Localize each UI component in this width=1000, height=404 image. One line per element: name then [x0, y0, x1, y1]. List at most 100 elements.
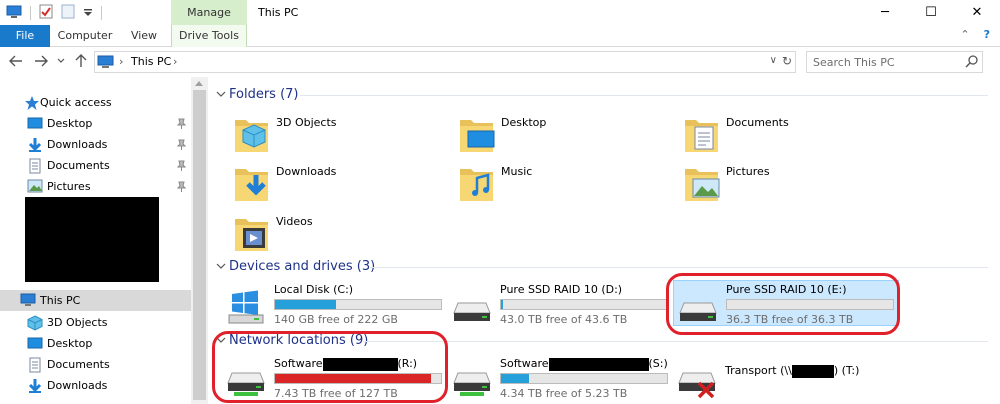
search-placeholder: Search This PC: [813, 56, 895, 69]
nav-label: Pictures: [47, 180, 91, 193]
address-bar[interactable]: › This PC › ∨ ↻: [94, 51, 796, 73]
recent-locations-button[interactable]: [53, 53, 69, 69]
nav-label: Quick access: [40, 96, 112, 109]
drive-name-suffix: (S:): [648, 357, 668, 370]
computer-icon[interactable]: [6, 5, 22, 22]
minimize-button[interactable]: ─: [862, 0, 908, 25]
customize-toolbar-icon[interactable]: [83, 6, 93, 21]
chevron-down-icon: [57, 58, 65, 63]
properties-icon[interactable]: [39, 4, 53, 22]
folder-documents[interactable]: Documents: [682, 112, 902, 156]
desktop-icon: [27, 336, 43, 352]
hard-drive-icon: [453, 302, 491, 321]
network-drive-s[interactable]: Software (S:) 4.34 TB free of 5.23 TB: [448, 355, 674, 401]
breadcrumb-separator[interactable]: ›: [173, 55, 177, 68]
tab-view[interactable]: View: [122, 25, 166, 47]
drive-free-space: 140 GB free of 222 GB: [274, 313, 398, 326]
folder-desktop[interactable]: Desktop: [457, 112, 677, 156]
drive-d[interactable]: Pure SSD RAID 10 (D:) 43.0 TB free of 43…: [448, 281, 674, 327]
group-title: Devices and drives (3): [229, 259, 376, 274]
search-icon: [965, 55, 978, 71]
up-button[interactable]: [73, 53, 89, 69]
folder-pictures[interactable]: Pictures: [682, 161, 902, 205]
tile-label: Music: [501, 165, 533, 178]
this-pc-icon: [20, 293, 36, 309]
windows-drive-icon: [228, 290, 264, 324]
drive-free-space: 43.0 TB free of 43.6 TB: [500, 313, 628, 326]
download-arrow-icon: [27, 378, 43, 394]
tab-file[interactable]: File: [0, 25, 50, 47]
pin-icon[interactable]: [176, 160, 187, 171]
network-drive-t[interactable]: Transport (\\) (T:): [673, 355, 899, 401]
nav-label: Desktop: [47, 337, 93, 350]
title-bar: Manage This PC ─ ☐ ✕: [0, 0, 1000, 25]
forward-button[interactable]: [33, 53, 49, 69]
download-arrow-icon: [27, 137, 43, 153]
content-pane: Folders (7) 3D Objects Desktop Documents…: [208, 77, 1000, 404]
folder-music-icon: [460, 169, 493, 201]
nav-pc-3d-objects[interactable]: 3D Objects: [0, 312, 191, 333]
cube-icon: [27, 315, 43, 331]
maximize-button[interactable]: ☐: [908, 0, 954, 25]
tile-label: 3D Objects: [276, 116, 337, 129]
documents-icon: [27, 357, 43, 373]
pin-icon[interactable]: [176, 118, 187, 129]
manage-tab[interactable]: Manage: [171, 0, 247, 25]
chevron-down-icon: [216, 91, 226, 97]
nav-pc-documents[interactable]: Documents: [0, 354, 191, 375]
folder-videos[interactable]: Videos: [232, 211, 452, 255]
quick-access-toolbar: [6, 4, 102, 22]
folder-cube-icon: [235, 120, 268, 152]
back-button[interactable]: [8, 53, 24, 69]
nav-quick-documents[interactable]: Documents: [0, 155, 191, 176]
scroll-up-icon[interactable]: [195, 81, 203, 86]
desktop-icon: [27, 116, 43, 132]
pin-icon[interactable]: [176, 139, 187, 150]
drive-usage-fill: [275, 300, 337, 309]
tile-label: Downloads: [276, 165, 337, 178]
folder-downloads-icon: [235, 169, 268, 201]
nav-this-pc[interactable]: This PC: [0, 290, 191, 311]
ribbon-tabs: File Computer View Drive Tools ⌃ ?: [0, 25, 1000, 71]
breadcrumb-separator[interactable]: ›: [119, 55, 123, 68]
expand-ribbon-icon[interactable]: ⌃: [960, 28, 969, 41]
nav-pc-downloads[interactable]: Downloads: [0, 375, 191, 396]
group-header-folders[interactable]: Folders (7): [208, 86, 988, 104]
toolbar-divider: [101, 6, 102, 20]
nav-quick-pictures[interactable]: Pictures: [0, 176, 191, 197]
drive-c[interactable]: Local Disk (C:) 140 GB free of 222 GB: [222, 281, 448, 327]
toolbar-divider: [30, 6, 31, 20]
close-button[interactable]: ✕: [954, 0, 1000, 25]
folder-videos-icon: [235, 219, 268, 251]
folder-downloads[interactable]: Downloads: [232, 161, 452, 205]
this-pc-icon: [97, 55, 114, 72]
folder-3d-objects[interactable]: 3D Objects: [232, 112, 452, 156]
nav-pc-desktop[interactable]: Desktop: [0, 333, 191, 354]
folder-pictures-icon: [685, 169, 720, 201]
address-dropdown-icon[interactable]: ∨: [770, 55, 777, 66]
chevron-down-icon: [216, 263, 226, 269]
pictures-icon: [27, 179, 43, 195]
refresh-icon[interactable]: ↻: [782, 54, 792, 68]
breadcrumb-this-pc[interactable]: This PC: [131, 55, 171, 68]
tile-label: Desktop: [501, 116, 547, 129]
tab-computer[interactable]: Computer: [53, 25, 117, 47]
folder-music[interactable]: Music: [457, 161, 677, 205]
folder-documents-icon: [685, 120, 718, 152]
up-arrow-icon: [75, 54, 87, 67]
help-button[interactable]: ?: [984, 28, 990, 41]
scrollbar-thumb[interactable]: [193, 90, 206, 400]
nav-label: This PC: [40, 294, 81, 307]
nav-quick-downloads[interactable]: Downloads: [0, 134, 191, 155]
drive-name-prefix: Software: [500, 357, 549, 370]
nav-scrollbar[interactable]: [191, 77, 208, 404]
nav-quick-desktop[interactable]: Desktop: [0, 113, 191, 134]
group-title: Folders (7): [229, 87, 299, 102]
window-title: This PC: [258, 6, 299, 19]
pin-icon[interactable]: [176, 181, 187, 192]
nav-quick-access[interactable]: Quick access: [0, 92, 191, 113]
search-box[interactable]: Search This PC: [806, 51, 983, 73]
new-folder-icon[interactable]: [61, 4, 75, 22]
drive-name-container: Transport (\\) (T:): [725, 364, 859, 378]
annotation-outline: [666, 273, 900, 335]
